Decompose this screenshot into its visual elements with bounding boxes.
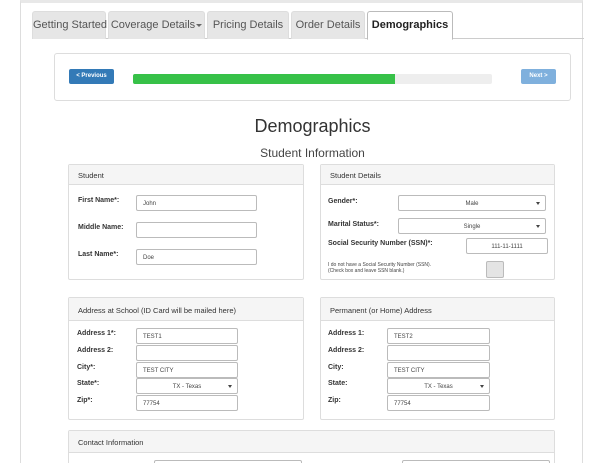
home-address-header: Permanent (or Home) Address	[321, 298, 554, 321]
home-city-input[interactable]: TEST CITY	[387, 362, 490, 378]
gender-select[interactable]: Male	[398, 195, 546, 211]
previous-button[interactable]: < Previous	[69, 69, 114, 84]
first-name-label: First Name*:	[78, 197, 120, 204]
contact-panel-header: Contact Information	[69, 431, 554, 453]
no-ssn-checkbox[interactable]	[486, 261, 504, 278]
last-name-input[interactable]: Doe	[136, 249, 257, 265]
school-address1-input[interactable]: TEST1	[136, 328, 238, 344]
chevron-down-icon	[536, 225, 540, 228]
page-title: Demographics	[254, 116, 371, 136]
chevron-down-icon	[480, 385, 484, 388]
progress-bar	[133, 74, 492, 84]
school-state-label: State*:	[77, 380, 100, 387]
tab-pricing-details[interactable]: Pricing Details	[207, 11, 289, 39]
tab-demographics[interactable]: Demographics	[367, 11, 453, 40]
school-address2-label: Address 2:	[77, 347, 114, 354]
school-city-label: City*:	[77, 364, 96, 371]
home-address1-label: Address 1:	[328, 330, 365, 337]
tab-coverage-details[interactable]: Coverage Details	[108, 11, 205, 39]
chevron-down-icon	[196, 23, 203, 27]
ssn-input[interactable]: 111-11-1111	[466, 238, 548, 254]
school-state-select[interactable]: TX - Texas	[136, 378, 238, 394]
progress-panel: < Previous Next >	[54, 53, 571, 101]
school-address-header: Address at School (ID Card will be maile…	[69, 298, 303, 321]
home-state-select[interactable]: TX - Texas	[387, 378, 490, 394]
school-zip-input[interactable]: 77754	[136, 395, 238, 411]
school-address-panel: Address at School (ID Card will be maile…	[68, 297, 304, 420]
student-details-header: Student Details	[321, 165, 554, 185]
home-address-panel: Permanent (or Home) Address Address 1: T…	[320, 297, 555, 420]
contact-panel: Contact Information	[68, 430, 555, 463]
home-zip-input[interactable]: 77754	[387, 395, 490, 411]
first-name-input[interactable]: John	[136, 195, 257, 211]
school-address2-input[interactable]	[136, 345, 238, 361]
home-address2-label: Address 2:	[328, 347, 365, 354]
student-panel-header: Student	[69, 165, 303, 185]
ssn-label: Social Security Number (SSN)*:	[328, 240, 433, 247]
school-city-input[interactable]: TEST CITY	[136, 362, 238, 378]
marital-status-select[interactable]: Single	[398, 218, 546, 234]
home-city-label: City:	[328, 364, 344, 371]
school-address1-label: Address 1*:	[77, 330, 116, 337]
student-details-panel: Student Details Gender*: Male Marital St…	[320, 164, 555, 280]
home-address1-input[interactable]: TEST2	[387, 328, 490, 344]
tab-getting-started[interactable]: Getting Started	[32, 11, 114, 39]
no-ssn-note: I do not have a Social Security Number (…	[328, 262, 432, 274]
next-button[interactable]: Next >	[521, 69, 556, 84]
last-name-label: Last Name*:	[78, 251, 119, 258]
student-panel: Student First Name*: John Middle Name: L…	[68, 164, 304, 280]
middle-name-input[interactable]	[136, 222, 257, 238]
marital-status-label: Marital Status*:	[328, 221, 379, 228]
home-zip-label: Zip:	[328, 397, 341, 404]
progress-bar-fill	[133, 74, 396, 84]
chevron-down-icon	[536, 202, 540, 205]
tab-order-details[interactable]: Order Details	[291, 11, 365, 39]
gender-label: Gender*:	[328, 198, 358, 205]
school-zip-label: Zip*:	[77, 397, 93, 404]
middle-name-label: Middle Name:	[78, 224, 124, 231]
wizard-tabs: Getting Started Coverage Details Pricing…	[32, 11, 584, 40]
chevron-down-icon	[228, 385, 232, 388]
home-address2-input[interactable]	[387, 345, 490, 361]
section-title: Student Information	[260, 146, 365, 160]
home-state-label: State:	[328, 380, 348, 387]
